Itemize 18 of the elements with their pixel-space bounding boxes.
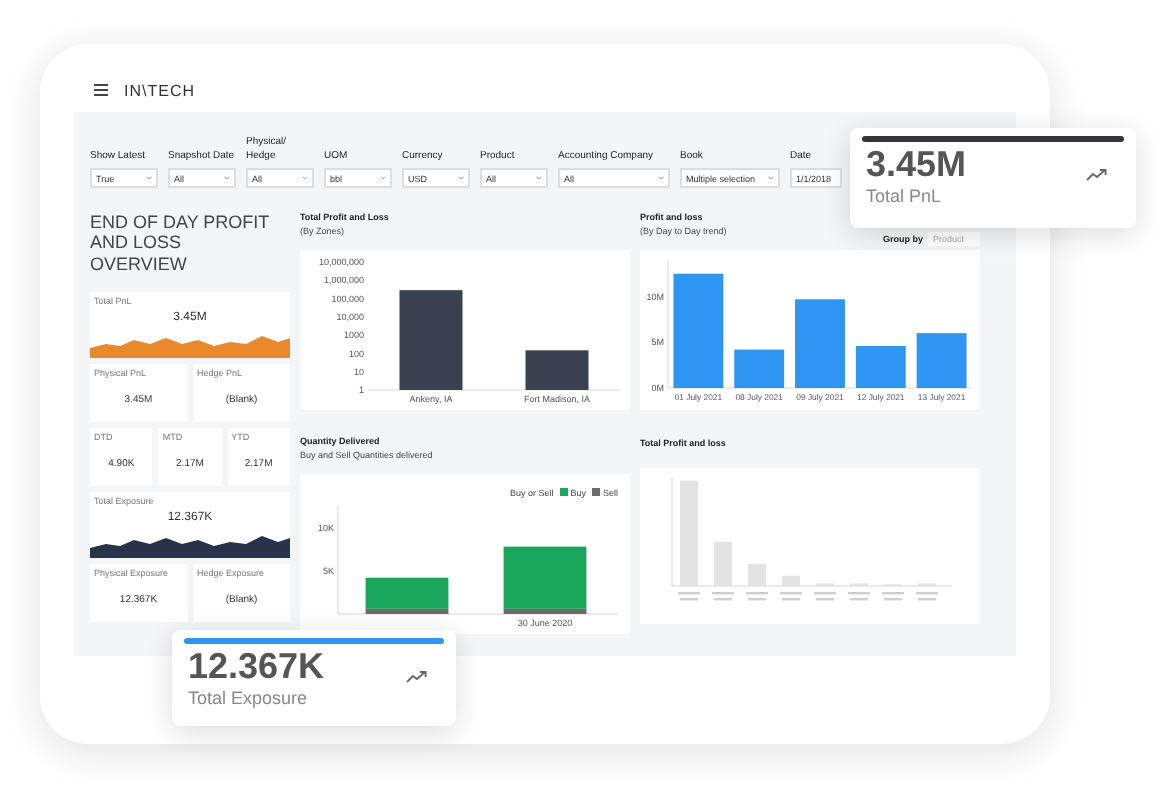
menu-icon[interactable]	[94, 84, 108, 96]
legend-swatch	[591, 488, 600, 496]
kpi-label: Total Exposure	[188, 687, 310, 708]
overview-title: END OF DAY PROFIT AND LOSS OVERVIEW	[90, 212, 270, 275]
trend-up-icon	[1086, 168, 1108, 183]
bar	[734, 349, 785, 388]
kpi-value: 12.367K	[188, 648, 325, 688]
logo: IN\TECH	[124, 81, 195, 99]
bar	[795, 299, 845, 388]
bar	[673, 273, 724, 388]
bar	[398, 290, 462, 390]
kpi-label: Total PnL	[866, 185, 944, 206]
legend-swatch	[559, 488, 568, 496]
bar	[855, 345, 906, 388]
trend-up-icon	[406, 670, 428, 685]
kpi-value: 3.45M	[866, 146, 967, 186]
bar	[916, 333, 967, 388]
bar	[524, 350, 588, 390]
